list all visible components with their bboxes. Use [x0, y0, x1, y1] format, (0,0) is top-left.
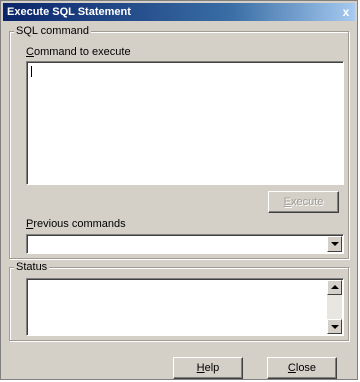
help-button[interactable]: Help — [173, 357, 243, 379]
sql-command-group: SQL command Command to execute Execute P… — [9, 25, 349, 259]
window-title: Execute SQL Statement — [7, 6, 131, 18]
previous-commands-dropdown[interactable] — [26, 234, 344, 254]
chevron-down-icon[interactable] — [327, 236, 342, 252]
status-scrollbar[interactable] — [327, 280, 342, 334]
command-textarea[interactable] — [26, 61, 344, 185]
status-group: Status — [9, 261, 349, 341]
sql-command-legend: SQL command — [14, 25, 91, 38]
execute-sql-dialog: Execute SQL Statement x SQL command Comm… — [0, 0, 358, 380]
status-textarea[interactable] — [26, 278, 344, 336]
status-legend: Status — [14, 261, 50, 274]
scroll-down-arrow-icon[interactable] — [327, 319, 342, 334]
execute-button[interactable]: Execute — [268, 191, 339, 213]
scroll-up-arrow-icon[interactable] — [327, 280, 342, 295]
close-button[interactable]: Close — [267, 357, 337, 379]
command-to-execute-label: Command to execute — [26, 46, 131, 58]
title-bar[interactable]: Execute SQL Statement x — [3, 3, 355, 21]
previous-commands-label: Previous commands — [26, 218, 126, 230]
text-caret — [31, 66, 32, 77]
close-window-button[interactable]: x — [339, 3, 353, 21]
